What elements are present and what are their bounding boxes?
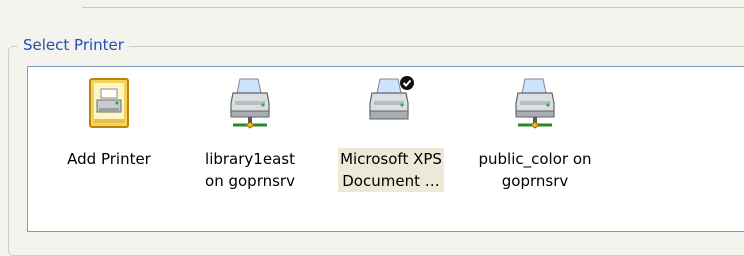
- printer-label: Add Printer: [67, 150, 151, 168]
- printer-list[interactable]: Add Printer library1east on goprnsrv Mic…: [27, 66, 744, 232]
- add-printer-icon: [89, 78, 129, 128]
- group-title: Select Printer: [18, 35, 129, 55]
- printer-label: public_color on goprnsrv: [478, 150, 592, 190]
- network-printer-icon: [230, 78, 270, 129]
- printer-item-public-color[interactable]: public_color on goprnsrv: [464, 75, 606, 192]
- default-printer-icon: [369, 76, 414, 120]
- printer-label: library1east on goprnsrv: [205, 150, 295, 190]
- printer-item-library1east[interactable]: library1east on goprnsrv: [179, 75, 321, 192]
- printer-item-add-printer[interactable]: Add Printer: [38, 75, 180, 170]
- top-separator: [82, 7, 744, 8]
- printer-label: Microsoft XPS Document …: [338, 148, 444, 192]
- printer-item-microsoft-xps[interactable]: Microsoft XPS Document …: [320, 75, 462, 192]
- network-printer-icon: [515, 78, 555, 129]
